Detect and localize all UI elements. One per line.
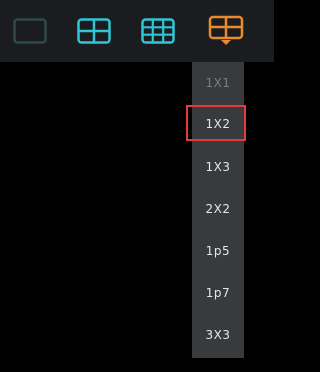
grid-3x3-button[interactable] bbox=[136, 0, 180, 62]
grid-2x2-button[interactable] bbox=[70, 0, 118, 62]
menu-item-1x1[interactable]: 1X1 bbox=[192, 62, 244, 104]
menu-item-3x3[interactable]: 3X3 bbox=[192, 314, 244, 356]
menu-item-1p7[interactable]: 1p7 bbox=[192, 272, 244, 314]
menu-item-1x3[interactable]: 1X3 bbox=[192, 146, 244, 188]
single-view-icon bbox=[13, 18, 47, 44]
layout-toolbar bbox=[0, 0, 274, 62]
menu-item-1p5[interactable]: 1p5 bbox=[192, 230, 244, 272]
menu-item-2x2[interactable]: 2X2 bbox=[192, 188, 244, 230]
single-view-button[interactable] bbox=[0, 0, 60, 62]
grid-2x2-icon bbox=[77, 18, 111, 44]
layout-dropdown-menu: 1X1 1X2 1X3 2X2 1p5 1p7 3X3 bbox=[186, 62, 246, 358]
menu-item-1x2[interactable]: 1X2 bbox=[186, 103, 246, 145]
layout-menu-button[interactable] bbox=[198, 0, 254, 62]
layout-menu-icon bbox=[208, 15, 244, 45]
screen: 1X1 1X2 1X3 2X2 1p5 1p7 3X3 bbox=[0, 0, 274, 372]
grid-3x3-icon bbox=[141, 18, 175, 44]
